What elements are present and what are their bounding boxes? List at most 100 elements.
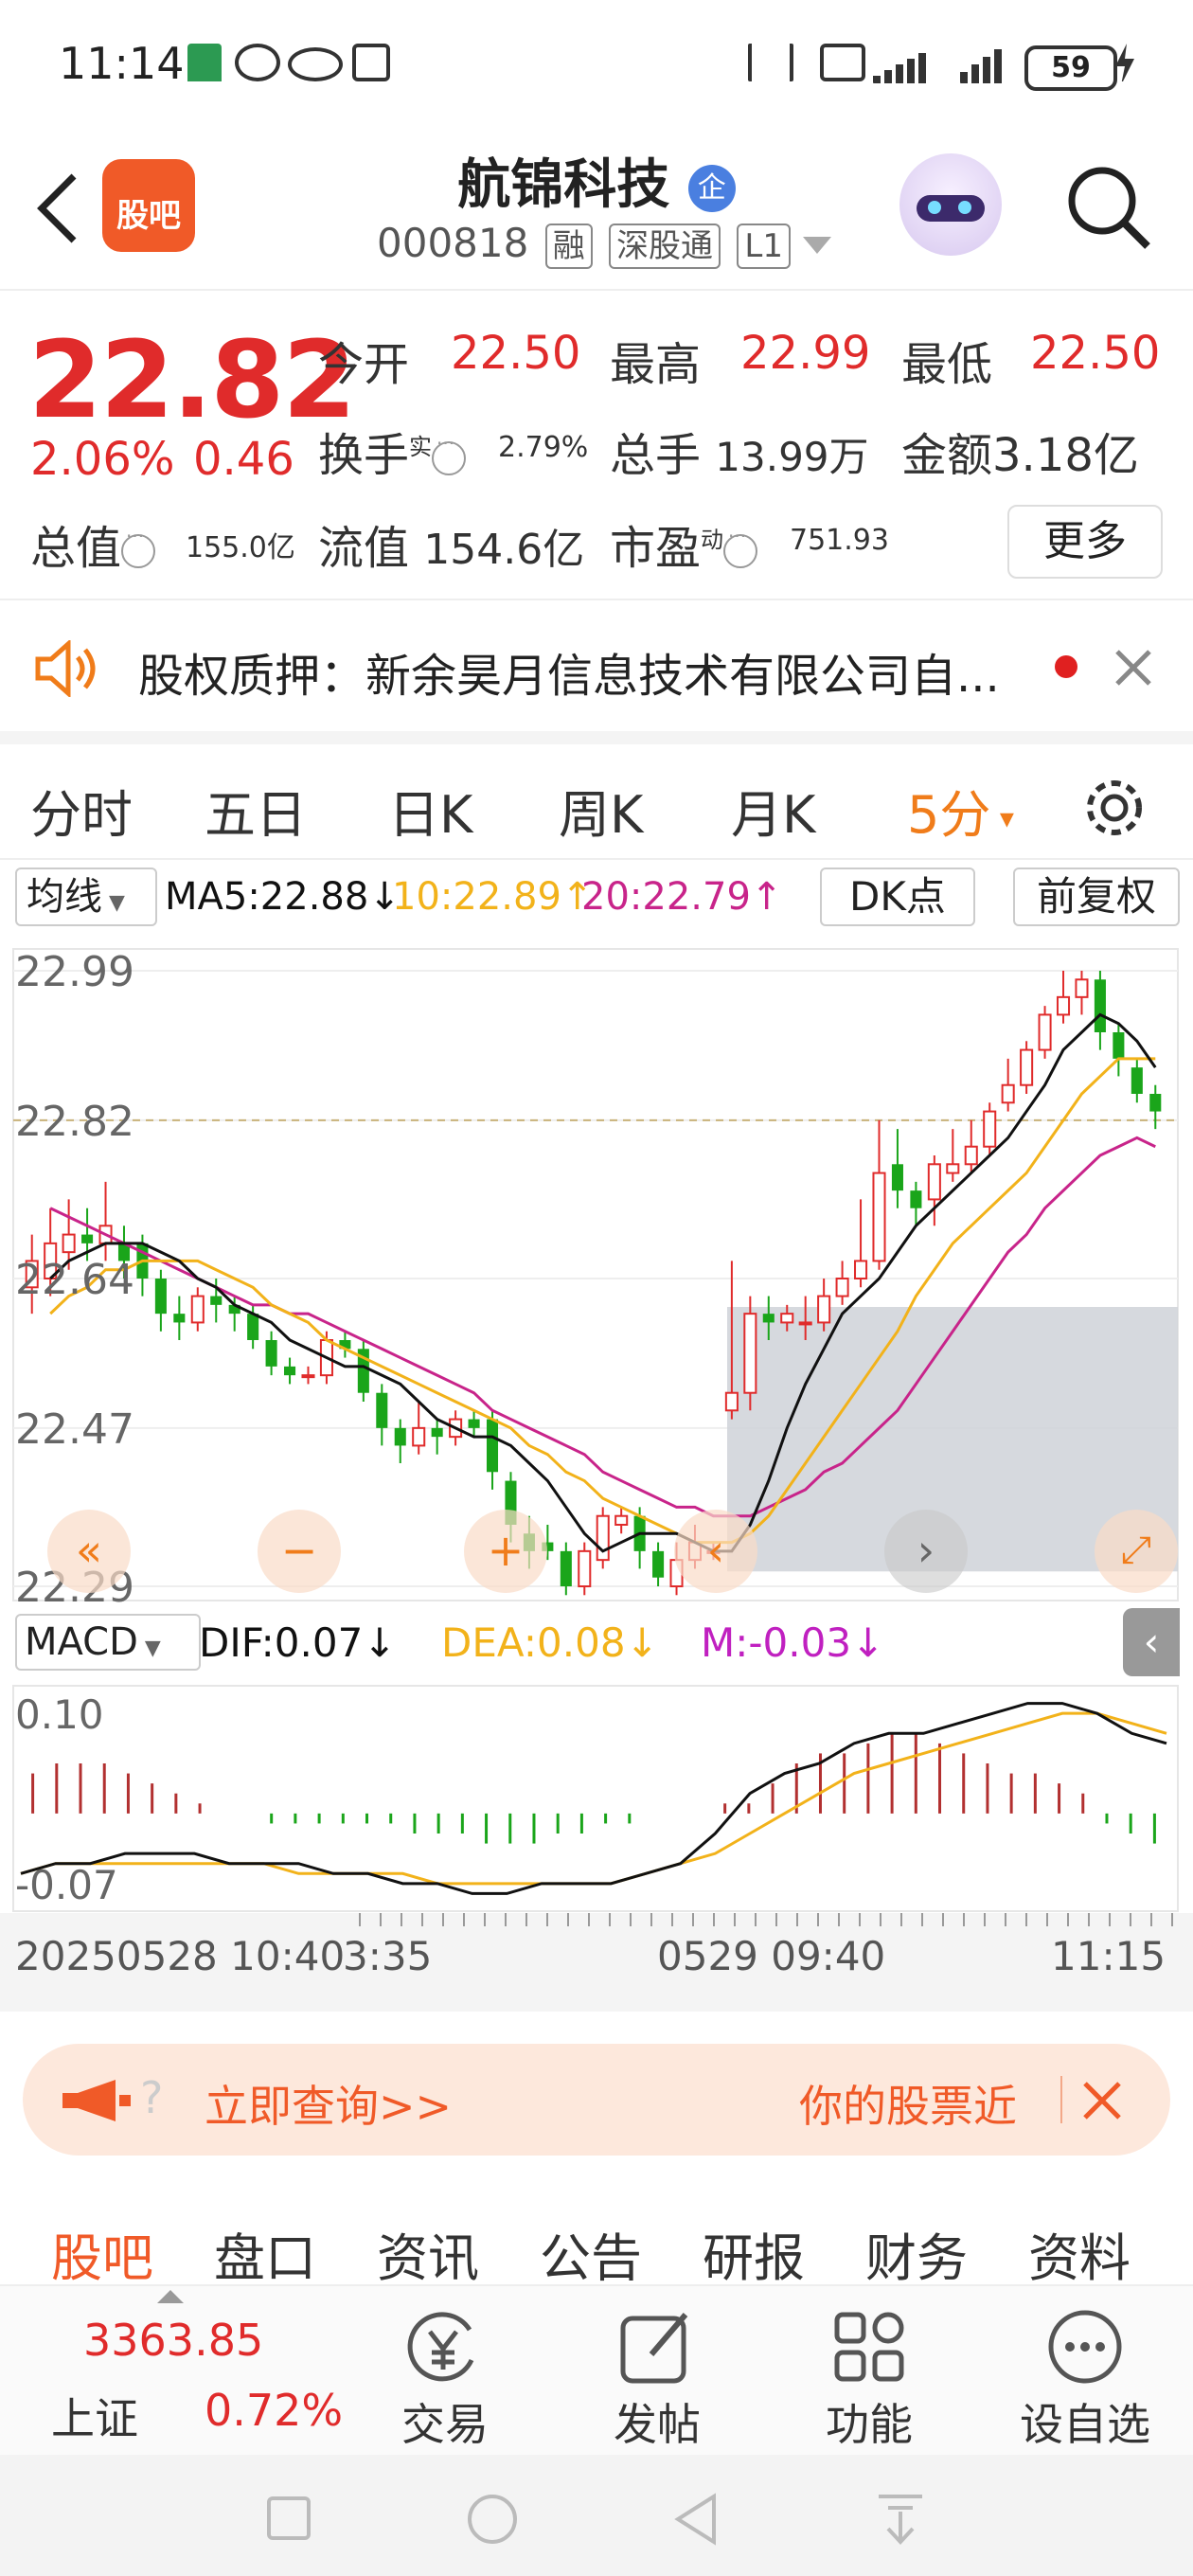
nav-add-watchlist[interactable]: 设自选 bbox=[1019, 2390, 1151, 2453]
download-icon[interactable] bbox=[875, 2493, 926, 2546]
candle-up bbox=[1038, 1013, 1052, 1051]
macd-m-value: M:-0.03↓ bbox=[701, 1619, 885, 1666]
trade-yen-icon[interactable] bbox=[403, 2307, 483, 2387]
nav-post[interactable]: 发帖 bbox=[591, 2390, 723, 2453]
edit-post-icon[interactable] bbox=[619, 2307, 695, 2387]
candle-down bbox=[891, 1164, 903, 1191]
current-price: 22.82 bbox=[28, 319, 356, 442]
banner-cta[interactable]: 立即查询>> bbox=[205, 2072, 452, 2135]
candle-up bbox=[946, 1163, 960, 1174]
kline-chart[interactable]: 22.9922.8222.6422.4722.290.10-0.07202505… bbox=[0, 938, 1193, 2027]
index-name[interactable]: 上证 bbox=[51, 2385, 138, 2447]
ma-row: 均线 ▼ MA5:22.88↓ 10:22.89↑ 20:22.79↑ DK点 … bbox=[0, 862, 1193, 934]
recent-apps-icon[interactable] bbox=[265, 2495, 312, 2542]
tab-news[interactable]: 资讯 bbox=[377, 2216, 479, 2291]
stock-header: 股吧 航锦科技 企 000818 融 深股通 L1 bbox=[0, 133, 1193, 289]
dk-point-toggle[interactable]: DK点 bbox=[820, 868, 975, 926]
tag-level: L1 bbox=[737, 224, 791, 269]
more-dots-icon[interactable] bbox=[1045, 2307, 1125, 2387]
search-icon[interactable] bbox=[1064, 163, 1151, 250]
index-value[interactable]: 3363.85 bbox=[83, 2315, 263, 2366]
adjust-toggle[interactable]: 前复权 bbox=[1013, 868, 1180, 926]
app-icon bbox=[235, 44, 280, 81]
back-button-icon[interactable] bbox=[672, 2493, 720, 2546]
tab-guba[interactable]: 股吧 bbox=[51, 2216, 153, 2291]
tab-five-day[interactable]: 五日 bbox=[205, 773, 307, 848]
tab-intraday[interactable]: 分时 bbox=[30, 773, 133, 848]
candle-down bbox=[265, 1340, 277, 1367]
tab-weekly-k[interactable]: 周K bbox=[559, 773, 643, 848]
megaphone-icon bbox=[62, 2080, 131, 2121]
candle-down bbox=[762, 1314, 775, 1323]
close-icon[interactable] bbox=[1113, 648, 1153, 688]
chart-back-button[interactable]: ‹ bbox=[674, 1510, 757, 1593]
candle-up bbox=[1075, 978, 1089, 998]
candle-down bbox=[81, 1234, 94, 1243]
candle-up bbox=[1001, 1083, 1015, 1104]
candle-up bbox=[578, 1549, 592, 1587]
change-amt: 0.46 bbox=[193, 433, 294, 486]
eye-icon bbox=[288, 47, 343, 81]
ma20-value: 20:22.79↑ bbox=[581, 875, 783, 919]
hidden-eye-icon[interactable] bbox=[121, 525, 156, 568]
tab-announcement[interactable]: 公告 bbox=[540, 2216, 642, 2291]
candle-up bbox=[412, 1426, 426, 1447]
nav-functions[interactable]: 功能 bbox=[803, 2390, 935, 2453]
candle-down bbox=[910, 1190, 922, 1208]
candle-down bbox=[652, 1550, 665, 1578]
signal-icon-2 bbox=[960, 49, 1002, 83]
index-change[interactable]: 0.72% bbox=[205, 2385, 343, 2436]
open-value: 22.50 bbox=[451, 327, 581, 380]
tab-finance[interactable]: 财务 bbox=[865, 2216, 968, 2291]
status-bar: 11:14 59 bbox=[0, 0, 1193, 133]
stock-name: 航锦科技 bbox=[457, 154, 670, 216]
candle-up bbox=[190, 1295, 205, 1324]
close-icon[interactable] bbox=[1081, 2080, 1123, 2121]
hidden-eye-icon[interactable] bbox=[432, 432, 467, 475]
tab-daily-k[interactable]: 日K bbox=[388, 773, 472, 848]
open-label: 今开 bbox=[318, 338, 410, 391]
chart-zoom-in-button[interactable]: + bbox=[464, 1510, 547, 1593]
chart-zoom-out-button[interactable]: − bbox=[258, 1510, 341, 1593]
pe-value: 751.93 bbox=[790, 524, 889, 557]
home-button-icon[interactable] bbox=[466, 2493, 519, 2546]
home-icon bbox=[187, 44, 222, 81]
ma-select[interactable]: 均线 ▼ bbox=[15, 868, 157, 926]
promo-banner[interactable]: ? 立即查询>> 你的股票近 bbox=[23, 2044, 1170, 2156]
candle-down bbox=[154, 1279, 167, 1315]
candle-down bbox=[486, 1419, 499, 1473]
tab-orderbook[interactable]: 盘口 bbox=[214, 2216, 316, 2291]
candle-down bbox=[394, 1427, 406, 1446]
kline-chart-area[interactable]: 22.9922.8222.6422.4722.290.10-0.07202505… bbox=[0, 938, 1193, 2027]
tab-monthly-k[interactable]: 月K bbox=[731, 773, 815, 848]
system-nav-bar bbox=[0, 2455, 1193, 2576]
more-button[interactable]: 更多 bbox=[1007, 505, 1163, 579]
hidden-eye-icon[interactable] bbox=[723, 525, 758, 568]
chart-forward-button[interactable]: › bbox=[884, 1510, 968, 1593]
time-label: 3:35 bbox=[343, 1933, 432, 1979]
notice-text[interactable]: 股权质押：新余昊月信息技术有限公司自... bbox=[138, 638, 1000, 705]
tab-profile[interactable]: 资料 bbox=[1028, 2216, 1131, 2291]
macd-select[interactable]: MACD ▼ bbox=[15, 1614, 201, 1671]
candle-down bbox=[247, 1314, 259, 1340]
nav-trade[interactable]: 交易 bbox=[379, 2390, 511, 2453]
tab-research[interactable]: 研报 bbox=[703, 2216, 805, 2291]
settings-gear-icon[interactable] bbox=[1083, 777, 1146, 839]
tab-5min[interactable]: 5分 ▾ bbox=[907, 773, 1014, 848]
unread-dot bbox=[1055, 655, 1077, 678]
price-tick-label: 22.99 bbox=[15, 948, 134, 996]
battery-level: 59 bbox=[1051, 51, 1091, 84]
candle-down bbox=[210, 1296, 223, 1305]
time-label: 0529 09:40 bbox=[657, 1933, 885, 1979]
collapse-panel-button[interactable]: ‹ bbox=[1123, 1608, 1180, 1676]
chevron-down-icon[interactable] bbox=[803, 236, 832, 256]
chart-rewind-button[interactable]: « bbox=[47, 1510, 131, 1593]
speaker-icon bbox=[35, 640, 96, 697]
bottom-nav: 3363.85 上证 0.72% 交易 发帖 功能 设自选 bbox=[0, 2284, 1193, 2457]
macd-tick-label: 0.10 bbox=[15, 1691, 104, 1738]
notice-bar[interactable]: 股权质押：新余昊月信息技术有限公司自... bbox=[0, 599, 1193, 744]
chart-fullscreen-button[interactable]: ⤢ bbox=[1095, 1510, 1178, 1593]
high-value: 22.99 bbox=[740, 327, 871, 380]
grid-apps-icon[interactable] bbox=[833, 2311, 905, 2383]
robot-avatar[interactable] bbox=[899, 153, 1002, 256]
